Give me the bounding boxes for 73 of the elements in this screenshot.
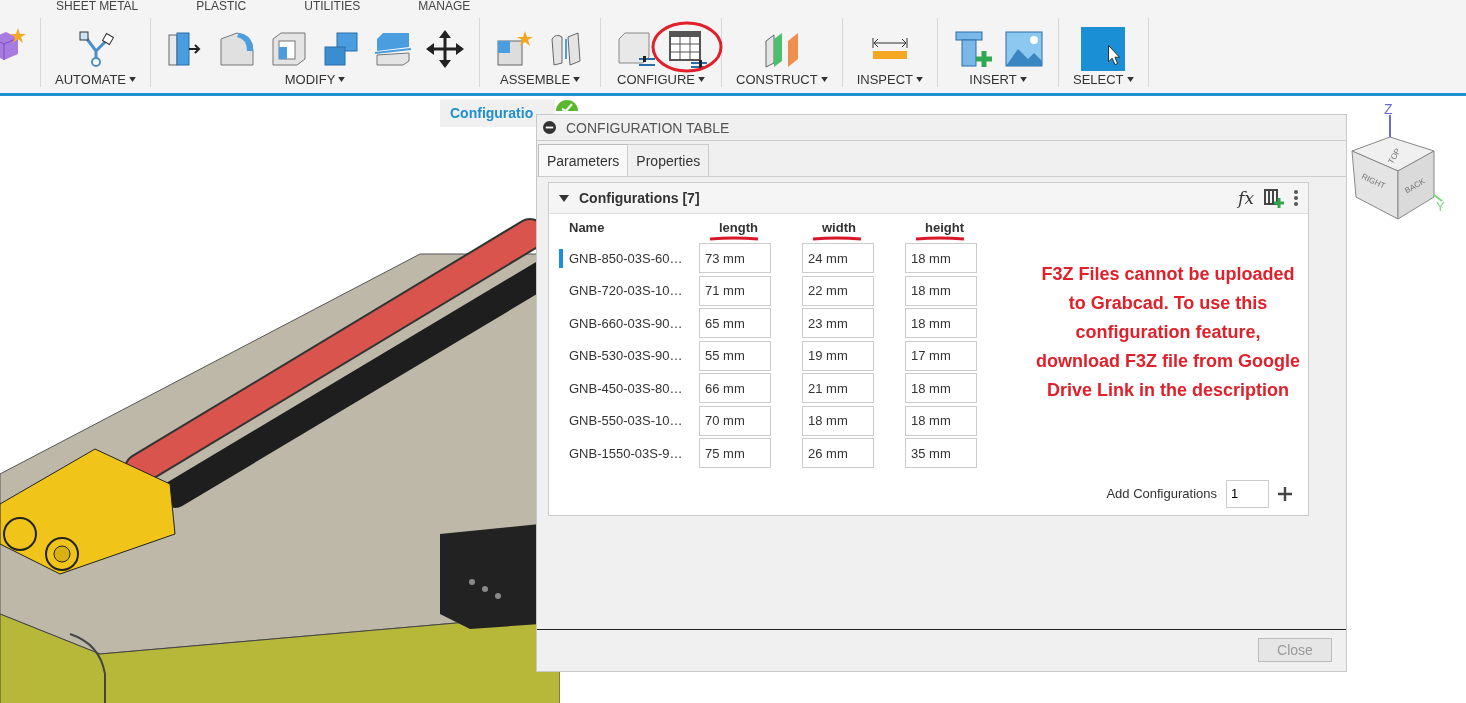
toolbar-group-menu[interactable]: MODIFY (284, 72, 346, 87)
value-field[interactable]: 18 mm (905, 373, 977, 404)
dialog-title: CONFIGURATION TABLE (566, 119, 730, 136)
value-field[interactable]: 22 mm (802, 275, 874, 306)
column-header: Name (568, 219, 606, 235)
cube-sliders-icon[interactable] (615, 29, 656, 69)
value-field[interactable]: 55 mm (699, 340, 771, 371)
value-field[interactable]: 23 mm (802, 308, 874, 339)
caret-icon (1019, 77, 1027, 82)
cursor-icon[interactable] (1081, 27, 1126, 71)
value-field[interactable]: 66 mm (699, 373, 771, 404)
value-field[interactable]: 24 mm (802, 243, 874, 274)
value-field[interactable]: 18 mm (905, 405, 977, 436)
toolbar-group-menu[interactable]: CONFIGURE (617, 72, 706, 87)
value-field[interactable]: 75 mm (699, 438, 771, 469)
caret-icon (820, 77, 828, 82)
toolbar-group-menu[interactable]: CONSTRUCT (736, 72, 828, 87)
configuration-name[interactable]: GNB-720-03S-10… (569, 283, 683, 299)
caret-icon (916, 77, 923, 82)
toolbar-tab[interactable]: SHEET METAL (56, 0, 139, 12)
column-header: width (812, 219, 915, 235)
dialog-tab[interactable]: Parameters (538, 144, 629, 176)
value-field[interactable]: 18 mm (905, 308, 977, 339)
annotation-note: F3Z Files cannot be uploaded to Grabcad. To use this configuration feature, download F3Z file from Google Drive Link in the description (1036, 262, 1300, 402)
toolbar-group-menu[interactable]: INSPECT (856, 72, 923, 87)
configuration-name[interactable]: GNB-850-03S-60… (569, 250, 683, 266)
value-field[interactable]: 21 mm (802, 373, 874, 404)
value-field[interactable]: 35 mm (905, 438, 977, 469)
value-field[interactable]: 73 mm (699, 243, 771, 274)
value-field[interactable]: 18 mm (905, 243, 977, 274)
cube-star-icon[interactable] (494, 29, 535, 69)
toolbar-group-menu[interactable]: INSERT (969, 72, 1027, 87)
add-icon[interactable] (1278, 486, 1292, 501)
expand-triangle-icon[interactable] (559, 192, 569, 203)
value-field[interactable]: 19 mm (802, 340, 874, 371)
value-field[interactable]: 65 mm (699, 308, 771, 339)
value-field[interactable]: 71 mm (699, 275, 771, 306)
value-field[interactable]: 18 mm (802, 405, 874, 436)
configuration-name[interactable]: GNB-1550-03S-9… (569, 445, 683, 461)
dialog-tab[interactable]: Properties (627, 144, 710, 176)
check-icon (556, 100, 578, 111)
caret-icon (338, 77, 346, 82)
toolbar-group-menu[interactable]: ASSEMBLE (500, 72, 581, 87)
count-field[interactable]: 1 (1226, 479, 1269, 508)
image-icon[interactable] (1004, 29, 1044, 69)
more-options-icon[interactable] (1294, 189, 1298, 206)
configuration-name[interactable]: GNB-450-03S-80… (569, 380, 683, 396)
column-header: length (709, 219, 812, 235)
toolbar-group-menu[interactable]: AUTOMATE (55, 72, 137, 87)
collapse-icon[interactable] (543, 121, 556, 135)
move-arrows-icon[interactable] (425, 29, 466, 69)
value-field[interactable]: 18 mm (905, 275, 977, 306)
value-field[interactable]: 26 mm (802, 438, 874, 469)
bolt-plus-icon[interactable] (952, 29, 992, 69)
column-header: height (915, 219, 1018, 235)
configuration-name[interactable]: GNB-550-03S-10… (569, 413, 683, 429)
section-title: Configurations [7] (579, 189, 701, 206)
toolbar-group-menu[interactable]: SELECT (1073, 72, 1134, 87)
toolbar-tab[interactable]: MANAGE (418, 0, 471, 12)
caret-icon (129, 77, 137, 82)
toolbar-tab[interactable]: UTILITIES (304, 0, 361, 12)
value-field[interactable]: 17 mm (905, 340, 977, 371)
caret-icon (698, 77, 706, 82)
caret-icon (573, 77, 581, 82)
caret-icon (1126, 77, 1134, 82)
configuration-name[interactable]: GNB-530-03S-90… (569, 348, 683, 364)
configuration-name[interactable]: GNB-660-03S-90… (569, 315, 683, 331)
add-column-icon[interactable] (1264, 187, 1284, 208)
value-field[interactable]: 70 mm (699, 405, 771, 436)
toolbar-tab[interactable]: PLASTIC (196, 0, 247, 12)
formula-button[interactable]: fx (1238, 187, 1254, 208)
add-configurations-label: Add Configurations (1106, 486, 1217, 502)
table-icon[interactable] (667, 29, 708, 69)
